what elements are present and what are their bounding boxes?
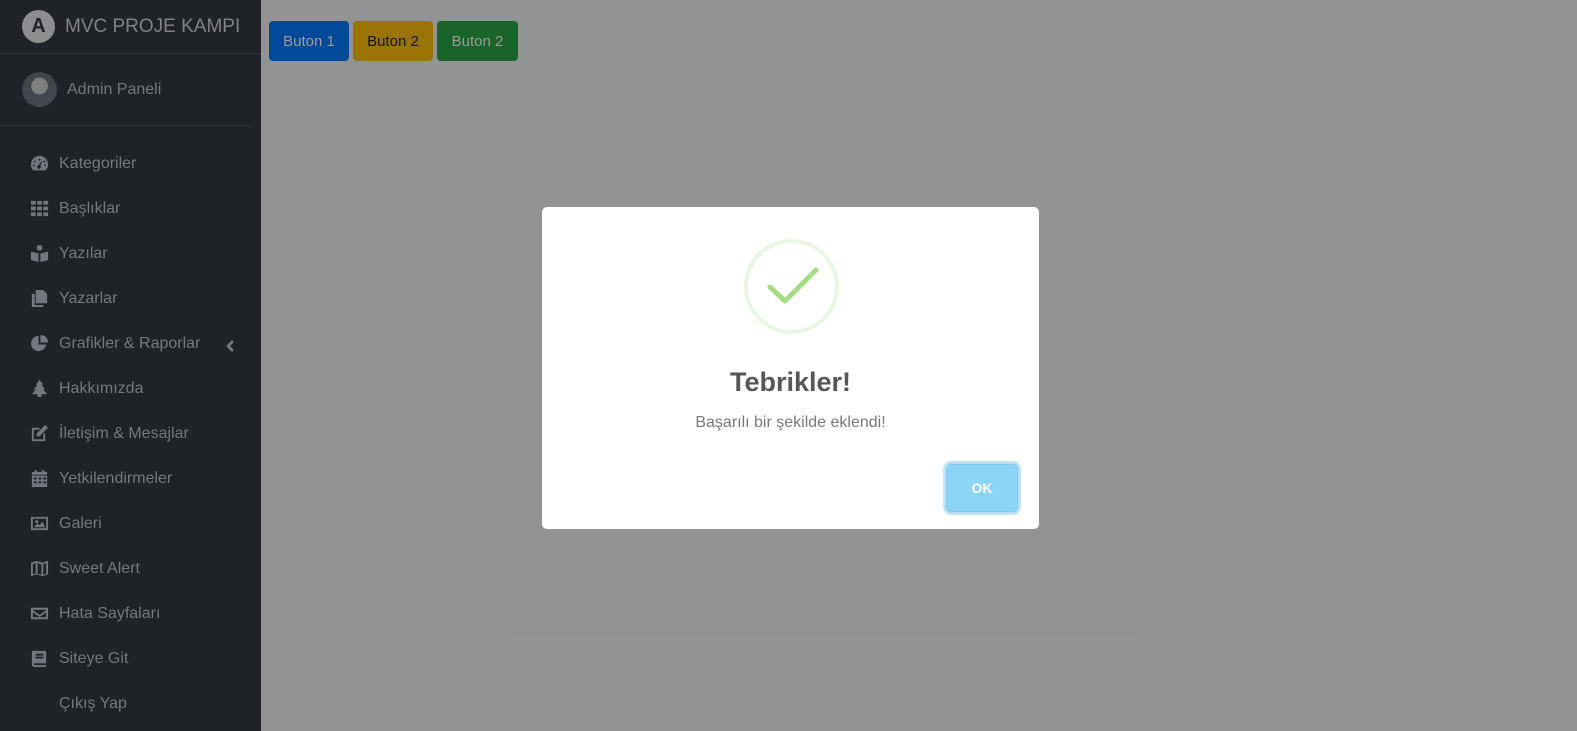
alert-text: Başarılı bir şekilde eklendi!	[695, 414, 886, 431]
alert-title: Tebrikler!	[729, 367, 852, 397]
ok-button[interactable]: OK	[946, 464, 1018, 512]
modal-overlay[interactable]: Tebrikler! Başarılı bir şekilde eklendi!…	[0, 0, 1577, 731]
success-check-icon	[744, 239, 839, 334]
sweet-alert-modal: Tebrikler! Başarılı bir şekilde eklendi!…	[542, 207, 1039, 529]
